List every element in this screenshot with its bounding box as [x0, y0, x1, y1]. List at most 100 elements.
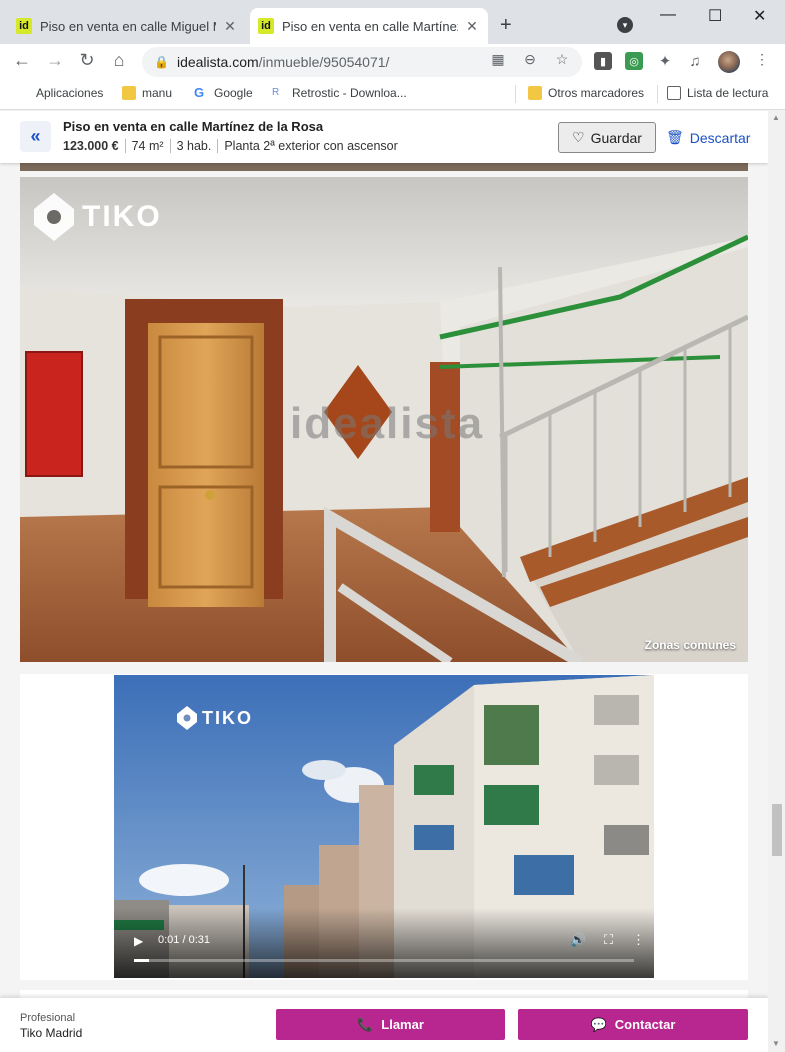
video-controls: ▶ 0:01 / 0:31 🔊 ⛶ ⋮	[114, 908, 654, 978]
bookmark-reading-list[interactable]: Lista de lectura	[667, 86, 768, 100]
call-button[interactable]: 📞 Llamar	[276, 1009, 505, 1040]
close-tab-icon[interactable]: ✕	[222, 18, 238, 35]
reading-list-icon	[667, 86, 681, 100]
idealista-favicon-icon: id	[258, 18, 274, 34]
video-player[interactable]: TIKO ▶ 0:01 / 0:31 🔊 ⛶ ⋮	[114, 675, 654, 978]
retrostic-icon: R	[272, 87, 280, 98]
listing-floor: Planta 2ª exterior con ascensor	[217, 139, 403, 153]
volume-icon[interactable]: 🔊	[570, 932, 586, 948]
bookmark-manu[interactable]: manu	[122, 86, 172, 100]
zoom-icon[interactable]: ⊖	[520, 51, 540, 68]
menu-kebab-icon[interactable]: ⋮	[752, 51, 772, 68]
advertiser-role: Profesional	[20, 1012, 76, 1024]
extensions-puzzle-icon[interactable]: ✦	[656, 52, 674, 70]
address-bar[interactable]: 🔒 idealista.com /inmueble/95054071/	[142, 47, 582, 77]
video-progress-track[interactable]	[134, 959, 634, 962]
reload-icon[interactable]: ↻	[75, 50, 99, 71]
qr-code-icon[interactable]: ▦	[488, 51, 508, 68]
tab-title: Piso en venta en calle Martínez d	[282, 18, 458, 34]
bookmark-label: manu	[142, 86, 173, 100]
listing-sticky-header: « Piso en venta en calle Martínez de la …	[0, 111, 768, 163]
browser-tab-2[interactable]: id Piso en venta en calle Martínez d ✕	[250, 8, 488, 44]
listing-title: Piso en venta en calle Martínez de la Ro…	[63, 119, 324, 134]
listing-rooms: 3 hab.	[169, 139, 218, 153]
minimize-icon[interactable]: —	[660, 6, 676, 24]
scroll-up-icon[interactable]: ▲	[772, 113, 780, 122]
save-button[interactable]: ♡ Guardar	[558, 122, 656, 153]
trash-icon: 🗑	[666, 129, 684, 145]
page-scrollbar[interactable]: ▲ ▼	[768, 111, 785, 1052]
fullscreen-icon[interactable]: ⛶	[604, 932, 613, 948]
close-tab-icon[interactable]: ✕	[464, 18, 480, 35]
idealista-watermark: idealista	[290, 399, 485, 448]
listing-photo[interactable]: TIKO idealista Zonas comunes	[20, 177, 748, 662]
call-label: Llamar	[381, 1017, 424, 1032]
contact-button[interactable]: 💬 Contactar	[518, 1009, 748, 1040]
bookmark-label: Retrostic - Downloa...	[292, 86, 407, 100]
maximize-icon[interactable]: ☐	[708, 6, 722, 26]
video-time: 0:01 / 0:31	[158, 934, 210, 946]
listing-meta: 123.000 € 74 m² 3 hab. Planta 2ª exterio…	[63, 139, 404, 153]
apps-grid-icon	[16, 86, 30, 100]
url-host: idealista.com	[176, 54, 259, 70]
idealista-favicon-icon: id	[16, 18, 32, 34]
contact-label: Contactar	[614, 1017, 676, 1032]
folder-icon	[528, 86, 542, 100]
lock-icon: 🔒	[154, 55, 169, 69]
discard-label: Descartar	[689, 129, 751, 146]
tiko-logo: TIKO	[176, 705, 253, 731]
bookmark-star-icon[interactable]: ☆	[552, 51, 572, 68]
url-path: /inmueble/95054071/	[258, 54, 390, 70]
scrollbar-thumb[interactable]	[772, 804, 782, 856]
back-to-list-button[interactable]: «	[20, 121, 51, 152]
photo-caption: Zonas comunes	[644, 638, 736, 652]
forward-arrow-icon[interactable]: →	[43, 50, 67, 71]
bookmark-label: Google	[214, 86, 253, 100]
page-content: « Piso en venta en calle Martínez de la …	[0, 111, 768, 1052]
video-menu-icon[interactable]: ⋮	[632, 932, 645, 948]
contact-footer: Profesional Tiko Madrid 📞 Llamar 💬 Conta…	[0, 998, 768, 1052]
video-progress-fill	[134, 959, 149, 962]
bookmark-label: Aplicaciones	[36, 86, 104, 100]
back-arrow-icon[interactable]: ←	[10, 50, 34, 71]
bookmark-separator	[515, 85, 516, 103]
media-control-icon[interactable]: ♫	[686, 52, 704, 70]
tiko-house-icon	[177, 706, 197, 730]
tab-search-icon[interactable]: ▾	[617, 17, 633, 33]
extension-2-icon[interactable]: ◎	[625, 52, 643, 70]
discard-button[interactable]: 🗑 Descartar	[666, 122, 750, 153]
home-icon[interactable]: ⌂	[107, 50, 131, 71]
google-icon: G	[194, 85, 205, 100]
bookmark-retrostic[interactable]: R Retrostic - Downloa...	[272, 86, 407, 100]
save-label: Guardar	[590, 129, 642, 146]
tiko-logo: TIKO	[32, 191, 162, 243]
chat-icon: 💬	[590, 1016, 607, 1032]
extension-1-icon[interactable]: ▮	[594, 52, 612, 70]
close-window-icon[interactable]: ✕	[753, 6, 766, 26]
browser-toolbar: ← → ↻ ⌂ 🔒 idealista.com /inmueble/950540…	[0, 44, 785, 80]
new-tab-button[interactable]: +	[500, 14, 512, 37]
scroll-down-icon[interactable]: ▼	[772, 1039, 780, 1048]
listing-price: 123.000 €	[63, 139, 119, 153]
profile-avatar[interactable]	[718, 51, 740, 73]
tiko-brand: TIKO	[202, 707, 253, 728]
browser-tab-1[interactable]: id Piso en venta en calle Miguel Mo ✕	[8, 8, 246, 44]
bookmark-label: Lista de lectura	[687, 86, 769, 100]
tiko-house-icon	[34, 193, 74, 241]
bookmark-label: Otros marcadores	[548, 86, 645, 100]
phone-icon: 📞	[357, 1016, 374, 1032]
folder-icon	[122, 86, 136, 100]
bookmark-separator	[657, 85, 658, 103]
browser-tab-strip: id Piso en venta en calle Miguel Mo ✕ id…	[0, 0, 785, 44]
bookmark-otros[interactable]: Otros marcadores	[528, 86, 644, 100]
play-icon[interactable]: ▶	[134, 934, 143, 948]
tiko-brand: TIKO	[82, 200, 162, 233]
video-card: TIKO ▶ 0:01 / 0:31 🔊 ⛶ ⋮	[20, 674, 748, 980]
previous-photo-edge	[20, 163, 748, 171]
listing-area: 74 m²	[124, 139, 170, 153]
bookmarks-bar: Aplicaciones manu G Google R Retrostic -…	[0, 80, 785, 110]
bookmark-apps[interactable]: Aplicaciones	[16, 86, 103, 100]
heart-icon: ♡	[572, 129, 585, 145]
bookmark-google[interactable]: G Google	[194, 85, 253, 101]
advertiser-name: Tiko Madrid	[20, 1026, 83, 1040]
